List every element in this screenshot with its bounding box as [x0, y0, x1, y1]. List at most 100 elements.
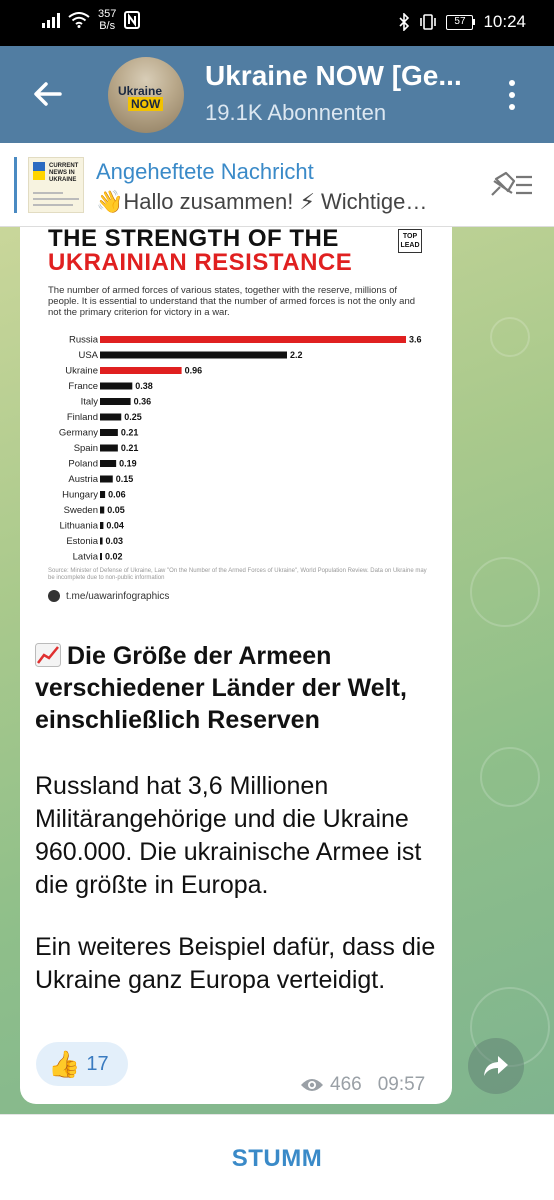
battery-icon: 57	[446, 14, 476, 30]
pinned-thumbnail: CURRENT NEWS IN UKRAINE	[28, 157, 84, 213]
bar-category-label: Italy	[81, 397, 99, 408]
back-arrow-icon[interactable]	[30, 76, 66, 112]
thumbs-up-icon: 👍	[48, 1049, 81, 1079]
bar-value-label: 0.19	[119, 459, 137, 469]
bar-value-label: 0.03	[106, 536, 124, 546]
bar	[100, 537, 103, 545]
bar-category-label: Lithuania	[59, 521, 98, 532]
bar	[100, 506, 105, 514]
bar	[100, 382, 133, 390]
bar	[100, 351, 287, 359]
bar	[100, 413, 122, 421]
bar	[100, 522, 104, 529]
bar-category-label: France	[68, 381, 98, 392]
message-paragraph-2: Ein weiteres Beispiel dafür, dass die Uk…	[35, 933, 436, 994]
bar-value-label: 0.05	[107, 505, 125, 515]
telegram-icon	[48, 590, 60, 602]
bar-value-label: 0.15	[116, 474, 134, 484]
share-arrow-icon	[484, 1056, 508, 1076]
bar-category-label: Ukraine	[65, 366, 98, 377]
bar-value-label: 0.04	[106, 521, 124, 531]
avatar-text-ukraine: Ukraine	[118, 84, 163, 98]
clock: 10:24	[483, 12, 526, 31]
bar	[100, 553, 102, 560]
toplead-logo: TOP LEAD	[398, 229, 422, 253]
message-meta: 466 09:57	[300, 1074, 425, 1096]
avatar-text-now: NOW	[128, 97, 164, 111]
chart-increasing-icon	[35, 643, 61, 667]
network-speed: 357 B/s	[98, 8, 116, 32]
armed-forces-bar-chart: Russia 3.6 USA 2.2 Ukraine 0.96 France 0.38 Ital…	[59, 335, 422, 563]
bar-value-label: 0.36	[134, 397, 152, 407]
reaction-count: 17	[86, 1052, 109, 1075]
vibrate-icon	[420, 14, 437, 30]
network-speed-value: 357	[98, 8, 117, 20]
bottom-bar: STUMM	[0, 1114, 554, 1200]
bar	[100, 429, 118, 436]
battery-level: 57	[446, 14, 474, 30]
bar	[100, 367, 182, 374]
pinned-text: 👋Hallo zusammen! ⚡ Wichtige…	[96, 189, 428, 214]
bar-value-label: 0.38	[135, 381, 153, 391]
message-time: 09:57	[377, 1074, 426, 1095]
network-speed-unit: B/s	[99, 20, 116, 32]
bar	[100, 475, 113, 483]
infographic-image[interactable]: THE STRENGTH OF THE UKRAINIAN RESISTANCE…	[20, 227, 452, 617]
channel-title[interactable]: Ukraine NOW [Ge...	[205, 60, 487, 92]
message-heading-text: Die Größe der Armeen verschiedener Lände…	[35, 642, 407, 734]
bar-value-label: 0.25	[124, 412, 142, 422]
bar-value-label: 0.02	[105, 552, 123, 562]
reaction-thumbs-up[interactable]: 👍 17	[36, 1042, 128, 1086]
bar-category-label: USA	[78, 350, 98, 361]
bar	[100, 398, 131, 405]
unpin-list-icon[interactable]	[486, 169, 534, 201]
bar-value-label: 2.2	[290, 350, 303, 360]
avatar-logo: Ukraine NOW	[118, 84, 164, 111]
bar-category-label: Spain	[74, 443, 98, 454]
bar	[100, 460, 117, 467]
bar	[100, 336, 406, 343]
status-right: 57 10:24	[398, 12, 526, 32]
status-left: 357 B/s	[42, 8, 141, 32]
bar-category-label: Hungary	[62, 490, 98, 501]
bar-value-label: 3.6	[409, 335, 422, 345]
pinned-indicator	[14, 157, 17, 213]
bar-category-label: Latvia	[73, 552, 99, 563]
status-bar: 357 B/s 57 10:24	[0, 0, 554, 46]
message-heading: Die Größe der Armeen verschiedener Lände…	[35, 640, 440, 736]
bar-category-label: Estonia	[66, 536, 98, 547]
signal-icon	[42, 12, 60, 28]
pinned-title: Angeheftete Nachricht	[96, 159, 314, 184]
bar-category-label: Austria	[68, 474, 98, 485]
bar-value-label: 0.21	[121, 443, 139, 453]
view-count: 466	[330, 1074, 362, 1095]
infographic-title-line2: UKRAINIAN RESISTANCE	[48, 249, 353, 276]
share-button[interactable]	[468, 1038, 524, 1094]
bar-value-label: 0.06	[108, 490, 126, 500]
bar-category-label: Poland	[68, 459, 98, 470]
wifi-icon	[68, 12, 90, 28]
message-paragraph-1: Russland hat 3,6 Millionen Militärangehö…	[35, 772, 422, 899]
infographic-source: Source: Minister of Defense of Ukraine, …	[48, 568, 427, 581]
bar-value-label: 0.21	[121, 428, 139, 438]
infographic-link: t.me/uawarinfographics	[48, 590, 169, 602]
channel-avatar[interactable]: Ukraine NOW	[108, 57, 184, 133]
pinned-thumbnail-text: CURRENT NEWS IN UKRAINE	[49, 163, 79, 183]
infographic-description: The number of armed forces of various st…	[48, 285, 416, 318]
chat-header: Ukraine NOW Ukraine NOW [Ge... 19.1K Abo…	[0, 46, 554, 143]
bar	[100, 444, 118, 452]
infographic-title-line1: THE STRENGTH OF THE	[48, 227, 339, 252]
more-options-icon[interactable]	[506, 80, 518, 110]
bar	[100, 491, 106, 498]
bar-category-label: Germany	[59, 428, 98, 439]
subscriber-count: 19.1K Abonnenten	[205, 100, 387, 125]
nfc-icon	[124, 11, 141, 29]
bluetooth-icon	[399, 13, 410, 31]
bar-category-label: Sweden	[64, 505, 98, 516]
pinned-message-bar[interactable]: CURRENT NEWS IN UKRAINE Angeheftete Nach…	[0, 143, 554, 227]
infographic-link-text: t.me/uawarinfographics	[66, 590, 170, 602]
bar-category-label: Russia	[69, 335, 99, 346]
mute-button[interactable]: STUMM	[0, 1145, 554, 1173]
bar-category-label: Finland	[67, 412, 98, 423]
bar-value-label: 0.96	[185, 366, 203, 376]
